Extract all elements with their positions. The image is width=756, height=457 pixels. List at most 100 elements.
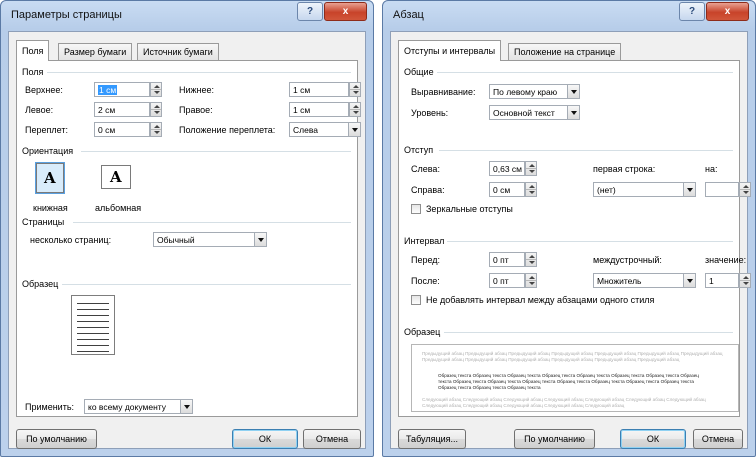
preview-previous-paragraph: Предыдущий абзац Предыдущий абзац Предыд… <box>422 351 723 362</box>
alignment-select[interactable]: По левому краю <box>489 84 580 99</box>
no-space-same-style-label[interactable]: Не добавлять интервал между абзацами одн… <box>426 295 654 305</box>
right-margin-input[interactable]: 1 см <box>289 102 349 117</box>
right-indent-spinner[interactable] <box>525 182 537 197</box>
space-after-spinner[interactable] <box>525 273 537 288</box>
help-button[interactable]: ? <box>297 2 323 21</box>
section-divider <box>439 150 733 151</box>
space-after-label: После: <box>411 276 440 286</box>
space-before-input[interactable]: 0 пт <box>489 252 525 267</box>
pages-section-label: Страницы <box>22 217 65 227</box>
chevron-down-icon[interactable] <box>567 85 579 98</box>
ok-button[interactable]: ОК <box>232 429 298 449</box>
apply-to-select[interactable]: ко всему документу <box>84 399 193 414</box>
gutter-input[interactable]: 0 см <box>94 122 150 137</box>
chevron-down-icon[interactable] <box>348 123 360 136</box>
general-section-label: Общие <box>404 67 434 77</box>
title-bar[interactable]: Параметры страницы ? x <box>1 1 373 29</box>
gutter-spinner[interactable] <box>150 122 162 137</box>
line-spacing-select[interactable]: Множитель <box>593 273 696 288</box>
section-divider <box>437 72 733 73</box>
margins-section-label: Поля <box>22 67 44 77</box>
close-button[interactable]: x <box>706 2 749 21</box>
title-bar[interactable]: Абзац ? x <box>383 1 755 29</box>
dialog-title: Параметры страницы <box>11 9 122 21</box>
gutter-position-select[interactable]: Слева <box>289 122 361 137</box>
orientation-section-label: Ориентация <box>22 146 74 156</box>
landscape-label[interactable]: альбомная <box>95 203 141 213</box>
chevron-down-icon[interactable] <box>180 400 192 413</box>
cancel-button[interactable]: Отмена <box>303 429 361 449</box>
section-divider <box>47 72 351 73</box>
set-as-default-button[interactable]: По умолчанию <box>514 429 595 449</box>
left-margin-spinner[interactable] <box>150 102 162 117</box>
tab-margins[interactable]: Поля <box>16 40 50 61</box>
at-input[interactable]: 1 <box>705 273 739 288</box>
section-divider <box>62 284 351 285</box>
portrait-orientation-button[interactable]: A <box>35 162 65 194</box>
left-indent-input[interactable]: 0,63 см <box>489 161 525 176</box>
multiple-pages-label: несколько страниц: <box>30 235 112 245</box>
right-indent-input[interactable]: 0 см <box>489 182 525 197</box>
first-line-select[interactable]: (нет) <box>593 182 696 197</box>
chevron-down-icon[interactable] <box>683 183 695 196</box>
left-indent-label: Слева: <box>411 164 440 174</box>
line-spacing-label: междустрочный: <box>593 255 662 265</box>
section-divider <box>73 222 351 223</box>
preview-section-label: Образец <box>404 327 441 337</box>
ok-button[interactable]: ОК <box>620 429 686 449</box>
tab-indents-spacing[interactable]: Отступы и интервалы <box>398 40 502 61</box>
by-input[interactable] <box>705 182 739 197</box>
left-indent-spinner[interactable] <box>525 161 537 176</box>
first-line-value: (нет) <box>597 185 616 195</box>
mirror-indents-label[interactable]: Зеркальные отступы <box>426 204 513 214</box>
chevron-down-icon[interactable] <box>567 106 579 119</box>
space-before-spinner[interactable] <box>525 252 537 267</box>
mirror-indents-checkbox[interactable] <box>411 204 421 214</box>
gutter-position-label: Положение переплета: <box>179 125 276 135</box>
set-as-default-button[interactable]: По умолчанию <box>16 429 97 449</box>
alignment-label: Выравнивание: <box>411 87 476 97</box>
portrait-label[interactable]: книжная <box>33 203 68 213</box>
top-margin-label: Верхнее: <box>25 85 63 95</box>
chevron-down-icon[interactable] <box>254 233 266 246</box>
gutter-position-value: Слева <box>293 125 318 135</box>
portrait-icon: A <box>44 169 56 187</box>
apply-to-label: Применить: <box>25 402 75 412</box>
tab-line-page-breaks[interactable]: Положение на странице <box>508 43 622 60</box>
paragraph-dialog: Абзац ? x Отступы и интервалы Положение … <box>382 0 756 457</box>
cancel-button[interactable]: Отмена <box>693 429 743 449</box>
indents-tab-panel: Общие Выравнивание: По левому краю Урове… <box>398 60 751 417</box>
dialog-body: Поля Размер бумаги Источник бумаги Поля … <box>8 31 366 449</box>
top-margin-input[interactable]: 1 см <box>94 82 150 97</box>
indent-section-label: Отступ <box>404 145 434 155</box>
bottom-margin-input[interactable]: 1 см <box>289 82 349 97</box>
right-indent-label: Справа: <box>411 185 445 195</box>
tabs-button[interactable]: Табуляция... <box>398 429 466 449</box>
section-divider <box>444 332 733 333</box>
section-divider <box>81 151 351 152</box>
multiple-pages-select[interactable]: Обычный <box>153 232 267 247</box>
tab-paper-size[interactable]: Размер бумаги <box>58 43 133 60</box>
left-margin-input[interactable]: 2 см <box>94 102 150 117</box>
top-margin-spinner[interactable] <box>150 82 162 97</box>
section-divider <box>447 241 733 242</box>
preview-next-paragraph: Следующий абзац Следующий абзац Следующи… <box>422 397 706 408</box>
tab-paper-source[interactable]: Источник бумаги <box>137 43 219 60</box>
line-spacing-value: Множитель <box>597 276 642 286</box>
bottom-margin-label: Нижнее: <box>179 85 215 95</box>
no-space-same-style-checkbox[interactable] <box>411 295 421 305</box>
paragraph-preview: Предыдущий абзац Предыдущий абзац Предыд… <box>411 344 739 412</box>
close-button[interactable]: x <box>324 2 367 21</box>
bottom-margin-spinner[interactable] <box>349 82 361 97</box>
chevron-down-icon[interactable] <box>683 274 695 287</box>
landscape-orientation-button[interactable]: A <box>101 165 131 189</box>
space-after-input[interactable]: 0 пт <box>489 273 525 288</box>
at-spinner[interactable] <box>739 273 751 288</box>
help-button[interactable]: ? <box>679 2 705 21</box>
right-margin-label: Правое: <box>179 105 213 115</box>
outline-level-value: Основной текст <box>493 108 555 118</box>
page-preview <box>71 295 115 355</box>
right-margin-spinner[interactable] <box>349 102 361 117</box>
outline-level-select[interactable]: Основной текст <box>489 105 580 120</box>
by-spinner[interactable] <box>739 182 751 197</box>
